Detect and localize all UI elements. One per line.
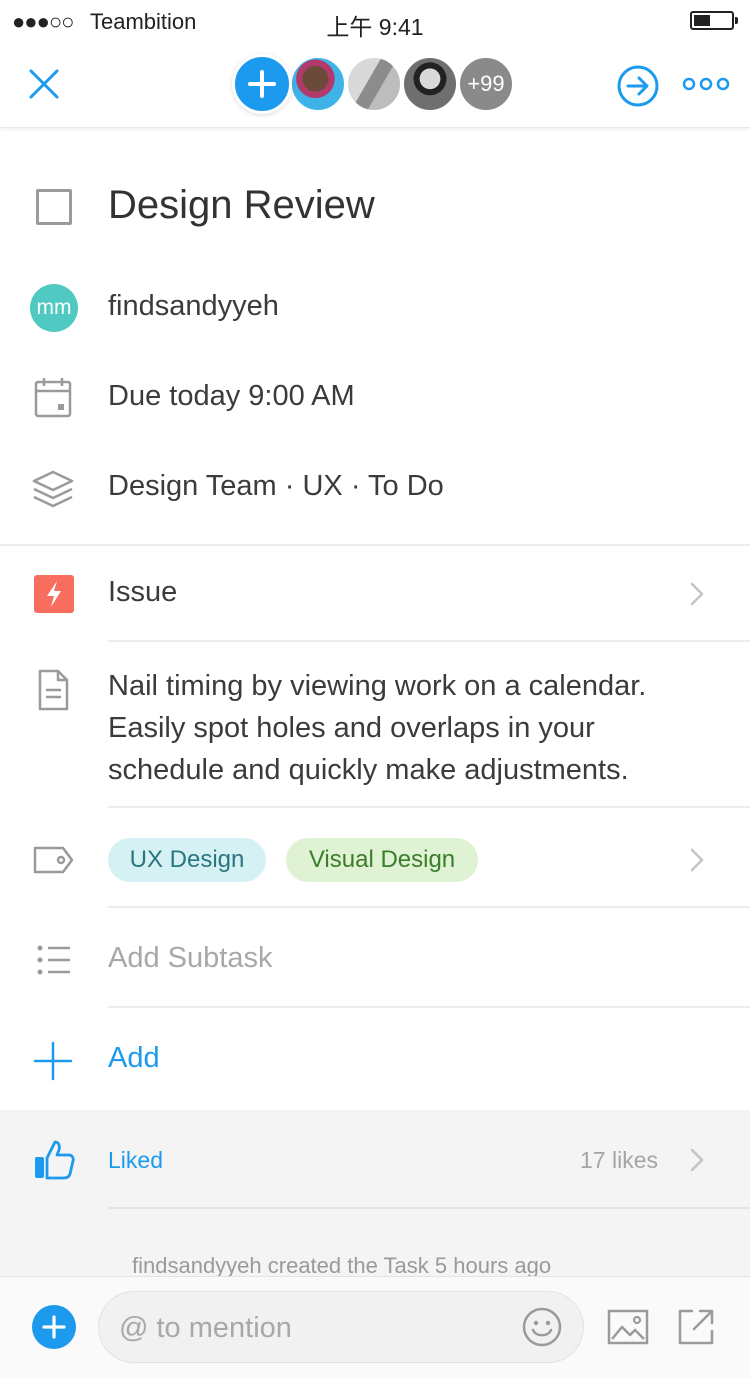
lightning-icon [47,581,61,607]
list-icon [37,945,70,975]
divider [108,906,750,908]
task-location[interactable]: Design Team · UX · To Do [108,470,444,503]
plus-icon [248,70,276,98]
likes-count[interactable]: 17 likes [580,1147,658,1174]
member-avatars[interactable]: +99 [232,54,522,114]
comment-bar: @ to mention [0,1276,750,1378]
status-time: 上午 9:41 [326,14,424,40]
close-icon[interactable] [24,64,64,104]
task-type[interactable]: Issue [108,576,177,609]
layers-icon [32,470,74,508]
task-header: +99 [0,40,750,128]
chevron-right-icon[interactable] [688,580,708,608]
calendar-icon [34,378,72,418]
divider [108,1006,750,1008]
image-icon[interactable] [606,1307,650,1347]
battery-icon [690,11,738,30]
more-members-badge[interactable]: +99 [458,56,514,112]
member-avatar[interactable] [346,56,402,112]
chevron-right-icon[interactable] [688,846,708,874]
tag-icon [33,846,74,874]
thumbs-up-icon[interactable] [32,1138,76,1182]
add-field-button[interactable]: Add [108,1042,160,1075]
member-avatar[interactable] [402,56,458,112]
divider [0,544,750,546]
comment-placeholder: @ to mention [119,1312,292,1344]
tag-chip[interactable]: UX Design [108,838,266,882]
document-icon [38,669,69,711]
chevron-right-icon[interactable] [688,1146,708,1174]
divider [108,806,750,808]
comment-input[interactable]: @ to mention [98,1291,584,1363]
add-subtask-field[interactable]: Add Subtask [108,942,272,975]
more-dots-icon[interactable] [682,72,730,96]
comment-add-button[interactable] [32,1305,76,1349]
assignee-avatar: mm [30,284,78,332]
add-member-button[interactable] [232,54,292,114]
tag-chip[interactable]: Visual Design [286,838,478,882]
member-avatar[interactable] [290,56,346,112]
due-date[interactable]: Due today 9:00 AM [108,380,355,413]
task-title[interactable]: Design Review [108,183,375,228]
divider [108,640,750,642]
activity-panel [0,1110,750,1276]
arrow-right-circle-icon[interactable] [614,62,662,110]
divider [108,1207,750,1209]
status-bar: ●●●○○ Teambition 上午 9:41 [0,0,750,40]
task-description[interactable]: Nail timing by viewing work on a calenda… [108,665,718,791]
share-icon[interactable] [676,1307,716,1347]
issue-type-icon [34,575,74,613]
emoji-icon[interactable] [521,1306,563,1348]
liked-label[interactable]: Liked [108,1147,163,1174]
task-complete-checkbox[interactable] [36,189,72,225]
assignee-name[interactable]: findsandyyeh [108,290,279,323]
plus-icon [42,1315,66,1339]
plus-icon[interactable] [30,1040,76,1082]
